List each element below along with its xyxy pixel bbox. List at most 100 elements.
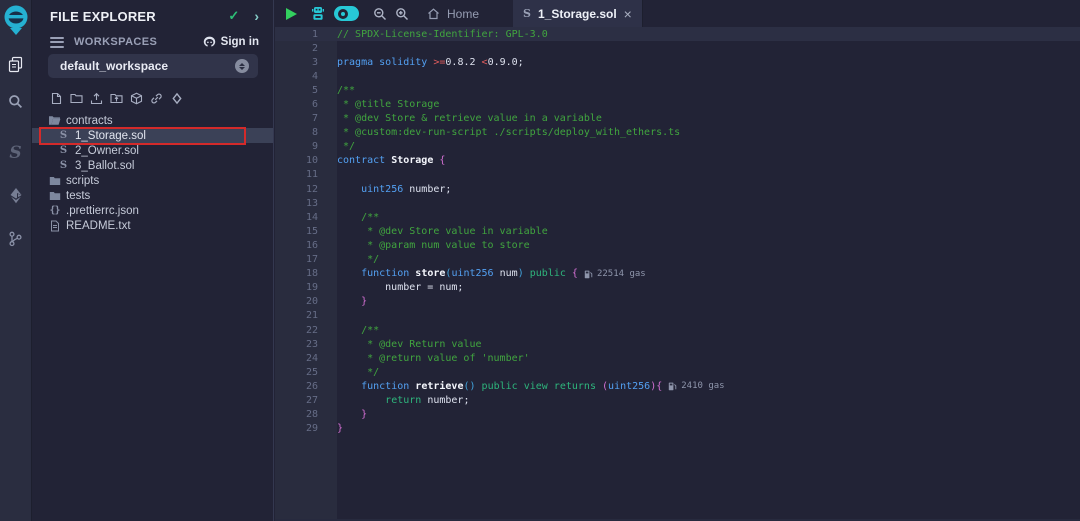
editor-line-18[interactable]: 18 function store(uint256 num) public {2… — [275, 267, 1080, 281]
code-text[interactable]: /** — [318, 85, 355, 96]
remix-logo[interactable] — [0, 3, 32, 37]
editor-line-25[interactable]: 25 */ — [275, 365, 1080, 379]
code-text[interactable]: * @param num value to store — [318, 240, 530, 251]
tree-item-2-owner-sol[interactable]: S2_Owner.sol — [32, 143, 273, 158]
editor-line-16[interactable]: 16 * @param num value to store — [275, 238, 1080, 252]
zoom-out-icon[interactable] — [373, 7, 387, 21]
code-text[interactable]: function store(uint256 num) public { — [318, 268, 578, 279]
editor-line-24[interactable]: 24 * @return value of 'number' — [275, 351, 1080, 365]
run-icon[interactable] — [286, 8, 297, 20]
line-number[interactable]: 25 — [275, 367, 318, 378]
code-text[interactable]: */ — [318, 367, 379, 378]
editor-line-6[interactable]: 6 * @title Storage — [275, 97, 1080, 111]
line-number[interactable]: 29 — [275, 423, 318, 434]
code-text[interactable]: function retrieve() public view returns … — [318, 381, 662, 392]
code-text[interactable]: * @dev Store & retrieve value in a varia… — [318, 113, 602, 124]
code-text[interactable]: uint256 number; — [318, 184, 451, 195]
file-explorer-icon[interactable] — [0, 49, 32, 79]
tab-1-storage-sol[interactable]: S 1_Storage.sol × — [513, 0, 643, 27]
editor-line-10[interactable]: 10contract Storage { — [275, 154, 1080, 168]
close-tab-icon[interactable]: × — [624, 7, 632, 21]
line-number[interactable]: 27 — [275, 395, 318, 406]
line-number[interactable]: 24 — [275, 353, 318, 364]
editor-line-28[interactable]: 28 } — [275, 408, 1080, 422]
editor-line-26[interactable]: 26 function retrieve() public view retur… — [275, 379, 1080, 393]
line-number[interactable]: 11 — [275, 169, 318, 180]
tree-item-contracts[interactable]: contracts — [32, 113, 273, 128]
line-number[interactable]: 17 — [275, 254, 318, 265]
line-number[interactable]: 20 — [275, 296, 318, 307]
editor-line-20[interactable]: 20 } — [275, 295, 1080, 309]
code-text[interactable]: // SPDX-License-Identifier: GPL-3.0 — [318, 29, 548, 40]
editor-line-17[interactable]: 17 */ — [275, 253, 1080, 267]
code-text[interactable]: } — [318, 409, 367, 420]
line-number[interactable]: 21 — [275, 310, 318, 321]
remix-ai-icon[interactable] — [310, 6, 326, 21]
editor-line-11[interactable]: 11 — [275, 168, 1080, 182]
tree-item-3-ballot-sol[interactable]: S3_Ballot.sol — [32, 158, 273, 173]
line-number[interactable]: 26 — [275, 381, 318, 392]
deploy-run-icon[interactable] — [0, 180, 32, 210]
editor-line-23[interactable]: 23 * @dev Return value — [275, 337, 1080, 351]
box-icon[interactable] — [130, 91, 143, 105]
editor-line-9[interactable]: 9 */ — [275, 140, 1080, 154]
code-text[interactable]: /** — [318, 325, 379, 336]
editor-line-14[interactable]: 14 /** — [275, 210, 1080, 224]
editor-line-3[interactable]: 3pragma solidity >=0.8.2 <0.9.0; — [275, 55, 1080, 69]
tree-item--prettierrc-json[interactable]: {}.prettierrc.json — [32, 203, 273, 218]
editor-line-2[interactable]: 2 — [275, 41, 1080, 55]
tree-item-tests[interactable]: tests — [32, 188, 273, 203]
line-number[interactable]: 16 — [275, 240, 318, 251]
line-number[interactable]: 28 — [275, 409, 318, 420]
editor-line-19[interactable]: 19 number = num; — [275, 281, 1080, 295]
git-icon[interactable] — [0, 224, 32, 254]
code-text[interactable]: return number; — [318, 395, 469, 406]
editor-line-27[interactable]: 27 return number; — [275, 393, 1080, 407]
toggle-on-icon[interactable] — [334, 6, 359, 21]
line-number[interactable]: 15 — [275, 226, 318, 237]
line-number[interactable]: 13 — [275, 198, 318, 209]
code-text[interactable]: * @title Storage — [318, 99, 439, 110]
line-number[interactable]: 6 — [275, 99, 318, 110]
code-text[interactable]: /** — [318, 212, 379, 223]
line-number[interactable]: 2 — [275, 43, 318, 54]
code-text[interactable]: * @dev Return value — [318, 339, 482, 350]
link-icon[interactable] — [150, 91, 163, 105]
editor-line-15[interactable]: 15 * @dev Store value in variable — [275, 224, 1080, 238]
editor-line-4[interactable]: 4 — [275, 69, 1080, 83]
code-text[interactable]: } — [318, 423, 343, 434]
zoom-in-icon[interactable] — [395, 7, 409, 21]
solidity-compiler-icon[interactable]: S — [0, 138, 32, 168]
code-text[interactable]: */ — [318, 254, 379, 265]
tab-home[interactable]: Home — [427, 7, 479, 21]
line-number[interactable]: 7 — [275, 113, 318, 124]
editor-line-5[interactable]: 5/** — [275, 83, 1080, 97]
editor-line-7[interactable]: 7 * @dev Store & retrieve value in a var… — [275, 112, 1080, 126]
editor-line-21[interactable]: 21 — [275, 309, 1080, 323]
code-text[interactable]: } — [318, 296, 367, 307]
code-text[interactable]: * @dev Store value in variable — [318, 226, 548, 237]
line-number[interactable]: 18 — [275, 268, 318, 279]
line-number[interactable]: 3 — [275, 57, 318, 68]
line-number[interactable]: 19 — [275, 282, 318, 293]
editor-line-12[interactable]: 12 uint256 number; — [275, 182, 1080, 196]
solidity-icon[interactable] — [170, 91, 183, 105]
editor-line-13[interactable]: 13 — [275, 196, 1080, 210]
code-text[interactable]: pragma solidity >=0.8.2 <0.9.0; — [318, 57, 524, 68]
code-text[interactable]: * @return value of 'number' — [318, 353, 530, 364]
code-text[interactable]: * @custom:dev-run-script ./scripts/deplo… — [318, 127, 680, 138]
new-file-icon[interactable] — [50, 91, 63, 105]
editor-line-22[interactable]: 22 /** — [275, 323, 1080, 337]
line-number[interactable]: 14 — [275, 212, 318, 223]
code-text[interactable]: */ — [318, 141, 355, 152]
workspace-select[interactable]: default_workspace — [48, 54, 258, 78]
line-number[interactable]: 10 — [275, 155, 318, 166]
tree-item-1-storage-sol[interactable]: S1_Storage.sol — [32, 128, 273, 143]
editor-line-1[interactable]: 1// SPDX-License-Identifier: GPL-3.0 — [275, 27, 1080, 41]
line-number[interactable]: 22 — [275, 325, 318, 336]
code-text[interactable]: contract Storage { — [318, 155, 445, 166]
line-number[interactable]: 9 — [275, 141, 318, 152]
line-number[interactable]: 23 — [275, 339, 318, 350]
expand-chevron-icon[interactable]: › — [254, 8, 259, 24]
upload-folder-icon[interactable] — [110, 91, 123, 105]
